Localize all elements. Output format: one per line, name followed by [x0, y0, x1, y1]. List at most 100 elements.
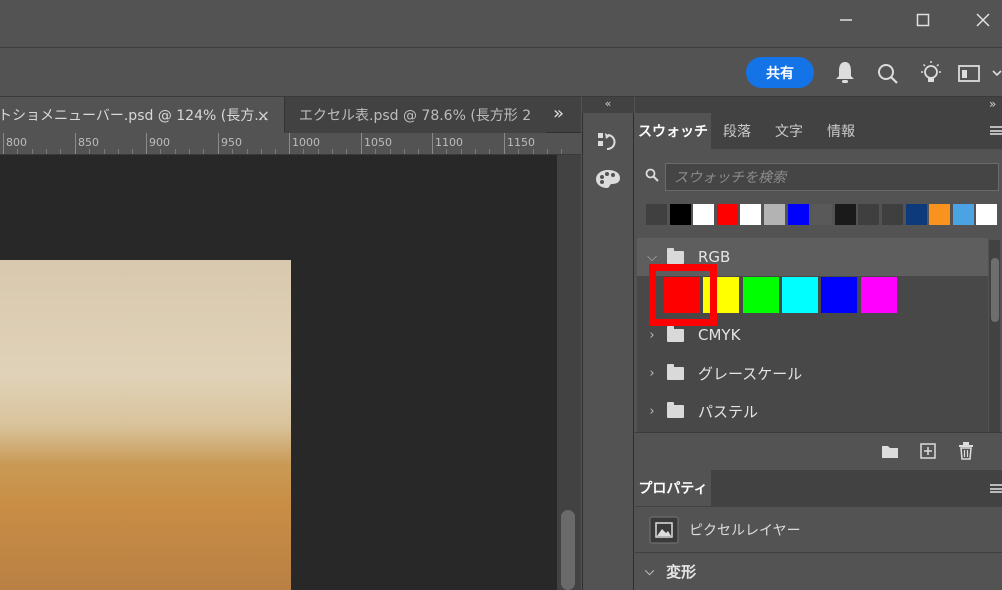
- pixel-layer-icon: [649, 516, 679, 543]
- ruler-minor-tick: [17, 149, 18, 154]
- ruler-minor-tick: [332, 149, 333, 154]
- recent-swatch[interactable]: [905, 204, 927, 225]
- ruler-tick: [432, 133, 433, 154]
- history-panel-button[interactable]: [596, 130, 620, 158]
- swatch-group-grayscale[interactable]: › グレースケール: [637, 354, 988, 392]
- panel-menu-icon[interactable]: [990, 126, 1002, 135]
- strip-collapse-button[interactable]: «: [582, 97, 634, 113]
- tab-info[interactable]: 情報: [815, 113, 867, 149]
- layer-type-row: ピクセルレイヤー: [635, 507, 1002, 552]
- recent-swatch[interactable]: [716, 204, 738, 225]
- transform-section-header[interactable]: ⌵ 変形: [635, 552, 1002, 590]
- workspace-icon: [958, 65, 1002, 82]
- recent-swatch[interactable]: [858, 204, 880, 225]
- tab-properties[interactable]: プロパティ: [635, 470, 711, 506]
- discover-button[interactable]: [918, 60, 944, 90]
- recent-swatch[interactable]: [669, 204, 691, 225]
- document-tab-2[interactable]: エクセル表.psd @ 78.6% (長方形 2: [284, 97, 546, 133]
- tab-swatches[interactable]: スウォッチ: [635, 113, 711, 149]
- layer-type-label: ピクセルレイヤー: [689, 522, 801, 539]
- rgb-swatch[interactable]: [742, 277, 779, 313]
- ruler-label: 1150: [507, 136, 535, 149]
- recent-swatch[interactable]: [693, 204, 715, 225]
- search-icon: [645, 168, 659, 186]
- workspace-button[interactable]: [958, 64, 1002, 88]
- recent-swatch[interactable]: [787, 204, 809, 225]
- ruler-label: 800: [6, 136, 27, 149]
- recent-swatch[interactable]: [646, 204, 667, 225]
- ruler-tick: [218, 133, 219, 154]
- rgb-swatch[interactable]: [781, 277, 818, 313]
- ruler-minor-tick: [89, 149, 90, 154]
- chevron-down-icon: ⌵: [647, 249, 657, 265]
- ruler-tick: [361, 133, 362, 154]
- ruler-tick: [75, 133, 76, 154]
- close-window-button[interactable]: [955, 0, 1002, 40]
- scrollbar-thumb[interactable]: [561, 510, 575, 590]
- tab-close-button[interactable]: ×: [257, 106, 270, 125]
- properties-tab-bar: プロパティ: [635, 470, 1002, 507]
- folder-icon: [667, 401, 684, 418]
- ruler-minor-tick: [489, 149, 490, 154]
- ruler-minor-tick: [303, 149, 304, 154]
- recent-swatch[interactable]: [952, 204, 974, 225]
- swatch-group-cmyk[interactable]: › CMYK: [637, 316, 988, 354]
- recent-swatch[interactable]: [740, 204, 762, 225]
- document-tab-1[interactable]: トショメニューバー.psd @ 124% (長方... ×: [0, 97, 284, 133]
- recent-swatch[interactable]: [929, 204, 951, 225]
- ruler-tick: [289, 133, 290, 154]
- new-group-folder-icon[interactable]: [881, 443, 899, 459]
- rgb-swatch[interactable]: [821, 277, 858, 313]
- folder-icon: [667, 247, 684, 264]
- ruler-minor-tick: [203, 149, 204, 154]
- minimize-icon: [840, 19, 852, 21]
- chevron-right-icon: ›: [649, 403, 655, 419]
- tab-paragraph[interactable]: 段落: [711, 113, 763, 149]
- ruler-tick: [146, 133, 147, 154]
- ruler-minor-tick: [46, 149, 47, 154]
- minimize-button[interactable]: [818, 0, 874, 40]
- ruler-minor-tick: [446, 149, 447, 154]
- recent-swatch[interactable]: [764, 204, 785, 225]
- search-button[interactable]: [877, 63, 899, 89]
- tab-title: トショメニューバー.psd @ 124% (長方...: [0, 108, 268, 124]
- swatch-group-pastel[interactable]: › パステル: [637, 392, 988, 430]
- swatches-panel-button[interactable]: [595, 168, 621, 194]
- horizontal-ruler[interactable]: 800 850 900 950 1000 1050 1100 1150: [0, 133, 581, 155]
- ruler-label: 950: [221, 136, 242, 149]
- ruler-minor-tick: [318, 149, 319, 154]
- folder-icon: [667, 363, 684, 380]
- ruler-minor-tick: [132, 149, 133, 154]
- ruler-minor-tick: [475, 149, 476, 154]
- swatches-tab-bar: スウォッチ 段落 文字 情報: [635, 113, 1002, 149]
- ruler-tick: [504, 133, 505, 154]
- ruler-minor-tick: [404, 149, 405, 154]
- recent-swatch[interactable]: [882, 204, 903, 225]
- ruler-minor-tick: [418, 149, 419, 154]
- ruler-minor-tick: [32, 149, 33, 154]
- close-icon: [976, 13, 990, 27]
- history-icon: [598, 133, 616, 150]
- ruler-minor-tick: [275, 149, 276, 154]
- group-name: パステル: [698, 402, 759, 421]
- recent-swatch[interactable]: [811, 204, 833, 225]
- trash-icon[interactable]: [958, 442, 974, 460]
- ruler-minor-tick: [547, 149, 548, 154]
- palette-icon: [596, 170, 620, 188]
- ruler-minor-tick: [346, 149, 347, 154]
- maximize-button[interactable]: [895, 0, 951, 40]
- tabs-overflow-button[interactable]: »: [553, 103, 564, 124]
- swatch-search-input[interactable]: スウォッチを検索: [665, 163, 999, 191]
- share-button[interactable]: 共有: [746, 57, 814, 88]
- rgb-swatch[interactable]: [860, 277, 897, 313]
- recent-swatch[interactable]: [834, 204, 856, 225]
- panel-menu-icon[interactable]: [990, 484, 1002, 493]
- ruler-minor-tick: [189, 149, 190, 154]
- notifications-button[interactable]: [834, 60, 856, 88]
- panel-collapse-button[interactable]: »: [989, 97, 996, 111]
- recent-swatch[interactable]: [976, 204, 998, 225]
- document-image[interactable]: [0, 260, 291, 590]
- tab-character[interactable]: 文字: [763, 113, 815, 149]
- new-swatch-icon[interactable]: [920, 443, 936, 459]
- swatch-list-scroll-thumb[interactable]: [991, 258, 999, 322]
